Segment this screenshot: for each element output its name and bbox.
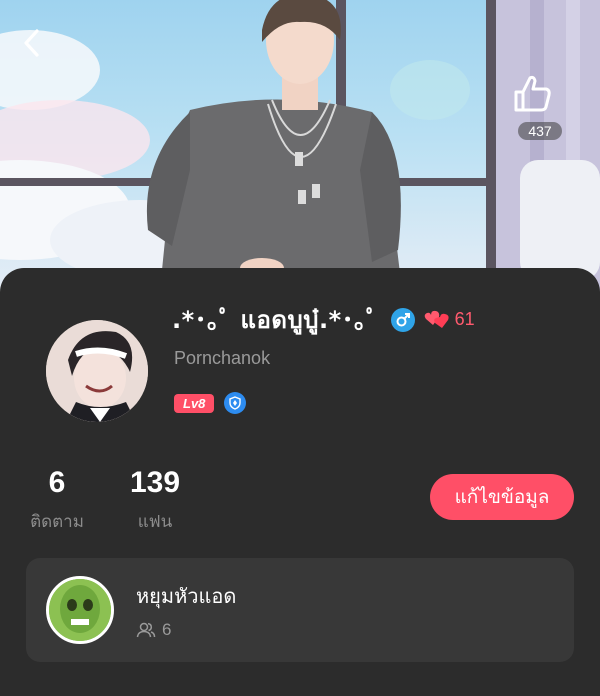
- display-name: .*･｡ﾟ แอดบูบู๋.*･｡ﾟ: [172, 306, 379, 334]
- name-row: .*･｡ﾟ แอดบูบู๋.*･｡ﾟ 61: [172, 300, 475, 339]
- group-card[interactable]: หยุมหัวแอด 6: [26, 558, 574, 662]
- fans-count: 139: [129, 466, 181, 499]
- avatar-image: [46, 320, 148, 422]
- badges: Lv8: [174, 392, 247, 414]
- following-stat[interactable]: 6 ติดตาม: [26, 466, 88, 535]
- edit-profile-button[interactable]: แก้ไขข้อมูล: [430, 474, 574, 520]
- profile-card: .*･｡ﾟ แอดบูบู๋.*･｡ﾟ 61 Pornchanok Lv8 6 …: [0, 268, 600, 696]
- group-avatar: [46, 576, 114, 644]
- shield-icon[interactable]: [224, 392, 247, 414]
- following-label: ติดตาม: [30, 512, 84, 532]
- avatar[interactable]: [46, 320, 148, 422]
- group-member-count: 6: [162, 620, 172, 639]
- group-members: 6: [136, 620, 171, 640]
- male-icon: [390, 307, 415, 332]
- banner-illustration: [0, 0, 600, 300]
- members-icon: [136, 622, 156, 638]
- profile-banner: 437: [0, 0, 600, 300]
- back-button[interactable]: [22, 28, 54, 62]
- like-section: 437: [510, 72, 570, 140]
- group-name: หยุมหัวแอด: [136, 584, 237, 608]
- back-icon: [24, 29, 39, 57]
- like-count: 437: [518, 122, 562, 140]
- hearts-icon: [424, 310, 449, 328]
- heart-count: 61: [454, 309, 475, 329]
- username: Pornchanok: [174, 348, 271, 368]
- thumbs-up-icon: [514, 75, 551, 112]
- fans-stat[interactable]: 139 แฟน: [124, 466, 186, 535]
- hearts-section: 61: [423, 309, 475, 331]
- fans-label: แฟน: [137, 512, 173, 532]
- like-button[interactable]: [514, 72, 564, 120]
- level-badge[interactable]: Lv8: [174, 393, 215, 413]
- following-count: 6: [48, 466, 66, 499]
